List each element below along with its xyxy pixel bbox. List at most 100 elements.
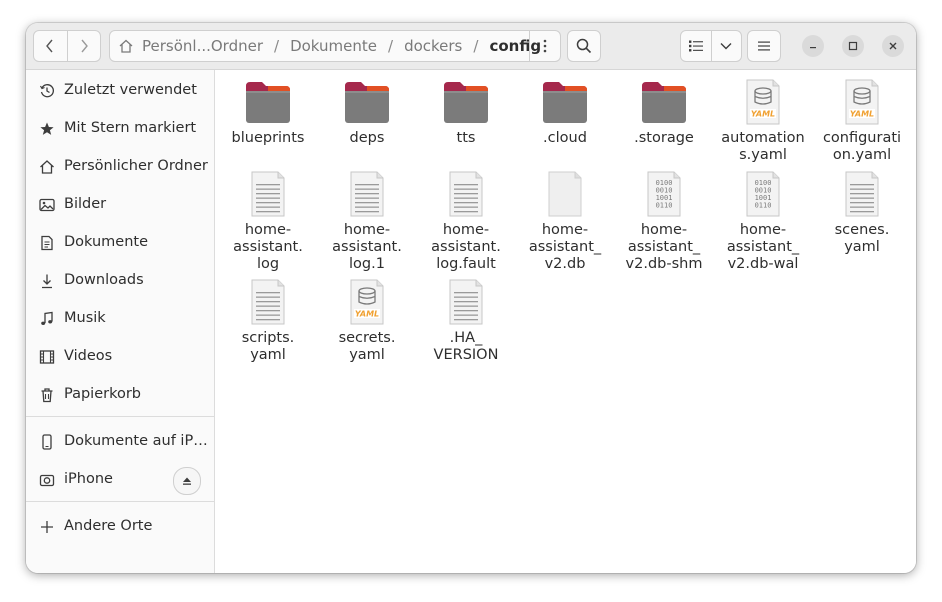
file-name: home- assistant. log.fault [431,222,501,272]
sidebar-separator [26,416,214,417]
file-name: .storage [634,130,694,146]
yaml-file-icon: YAML [838,78,886,126]
yaml-file-icon: YAML [343,278,391,326]
file-name: deps [349,130,385,146]
folder-item[interactable]: blueprints [220,70,316,147]
film-icon [39,349,55,365]
home-icon[interactable] [110,38,142,54]
chevron-left-icon [46,39,53,53]
navigation-buttons [33,30,101,62]
svg-text:0110: 0110 [755,202,772,210]
minimize-button[interactable] [802,35,824,57]
file-item[interactable]: YAML automation s.yaml [715,70,811,164]
yaml-file-icon: YAML [739,78,787,126]
sidebar-item-iphone-documents[interactable]: Dokumente auf iP… [26,423,214,461]
svg-text:YAML: YAML [751,110,775,119]
folder-icon [244,78,292,126]
text-file-icon [244,278,292,326]
file-name: blueprints [231,130,305,146]
file-item[interactable]: 0100 0010 1001 0110 home- assistant_ v2.db-w… [715,162,811,273]
close-icon [889,42,897,50]
sidebar-item-music[interactable]: Musik [26,300,214,338]
svg-text:YAML: YAML [850,110,874,119]
sidebar-item-label: Andere Orte [64,518,153,534]
file-name: tts [456,130,476,146]
sidebar-item-downloads[interactable]: Downloads [26,262,214,300]
folder-item[interactable]: .cloud [517,70,613,147]
text-file-icon [442,278,490,326]
star-icon [39,121,55,137]
view-buttons [680,30,742,62]
file-item[interactable]: home- assistant. log [220,162,316,273]
sidebar-item-iphone[interactable]: iPhone [26,461,214,499]
sidebar-item-starred[interactable]: Mit Stern markiert [26,110,214,148]
file-manager-window: Persönl...Ordner / Dokumente / dockers /… [26,23,916,573]
path-crumb-home[interactable]: Persönl...Ordner [142,37,263,55]
vertical-dots-icon [543,39,547,53]
file-item[interactable]: YAML secrets. yaml [319,270,415,364]
file-item[interactable]: home- assistant. log.fault [418,162,514,273]
file-name: automation s.yaml [721,130,805,163]
eject-icon [183,477,191,485]
file-name: home- assistant_ v2.db-shm [625,222,703,272]
file-item[interactable]: 0100 0010 1001 0110 home- assistant_ v2.db-s… [616,162,712,273]
music-icon [39,311,55,327]
sidebar-separator [26,501,214,502]
path-crumb-dokumente[interactable]: Dokumente [290,37,377,55]
sidebar-item-home[interactable]: Persönlicher Ordner [26,148,214,186]
sidebar-item-trash[interactable]: Papierkorb [26,376,214,414]
sidebar-item-label: Bilder [64,196,107,212]
file-name: scripts. yaml [241,330,295,363]
sidebar: Zuletzt verwendet Mit Stern markiert Per… [26,70,215,573]
forward-button[interactable] [66,31,101,61]
eject-button[interactable] [173,467,201,495]
sidebar-item-label: Mit Stern markiert [64,120,197,136]
list-view-button[interactable] [681,31,711,61]
main-menu-button[interactable] [747,30,781,62]
blank-file-icon [541,170,589,218]
sidebar-item-label: Downloads [64,272,144,288]
close-button[interactable] [882,35,904,57]
folder-item[interactable]: tts [418,70,514,147]
file-item[interactable]: YAML configurati on.yaml [814,70,910,164]
file-item[interactable]: .HA_ VERSION [418,270,514,364]
file-item[interactable]: home- assistant. log.1 [319,162,415,273]
sidebar-item-label: Dokumente auf iP… [64,433,208,449]
file-name: home- assistant. log [233,222,303,272]
sidebar-item-other-locations[interactable]: Andere Orte [26,508,214,546]
text-file-icon [838,170,886,218]
path-crumb-dockers[interactable]: dockers [404,37,462,55]
sidebar-item-documents[interactable]: Dokumente [26,224,214,262]
view-options-button[interactable] [710,31,742,61]
plus-icon [39,519,55,535]
maximize-icon [848,41,858,51]
file-item[interactable]: home- assistant_ v2.db [517,162,613,273]
sidebar-item-recent[interactable]: Zuletzt verwendet [26,72,214,110]
folder-icon [442,78,490,126]
file-grid: blueprints deps tts .cloud .storage YAML autom… [215,70,916,573]
file-item[interactable]: scripts. yaml [220,270,316,364]
folder-item[interactable]: .storage [616,70,712,147]
file-name: .HA_ VERSION [433,330,499,363]
folder-icon [640,78,688,126]
file-name: home- assistant. log.1 [332,222,402,272]
file-name: home- assistant_ v2.db [528,222,602,272]
sidebar-item-videos[interactable]: Videos [26,338,214,376]
chevron-right-icon [81,39,88,53]
back-button[interactable] [34,31,67,61]
sidebar-item-label: Papierkorb [64,386,142,402]
maximize-button[interactable] [842,35,864,57]
search-button[interactable] [567,30,601,62]
folder-item[interactable]: deps [319,70,415,147]
folder-icon [541,78,589,126]
sidebar-item-pictures[interactable]: Bilder [26,186,214,224]
folder-icon [343,78,391,126]
file-name: configurati on.yaml [822,130,902,163]
binary-file-icon: 0100 0010 1001 0110 [739,170,787,218]
file-name: secrets. yaml [338,330,396,363]
file-item[interactable]: scenes. yaml [814,162,910,256]
text-file-icon [442,170,490,218]
path-menu-button[interactable] [529,31,560,61]
sidebar-item-label: Musik [64,310,106,326]
sidebar-item-label: Videos [64,348,113,364]
